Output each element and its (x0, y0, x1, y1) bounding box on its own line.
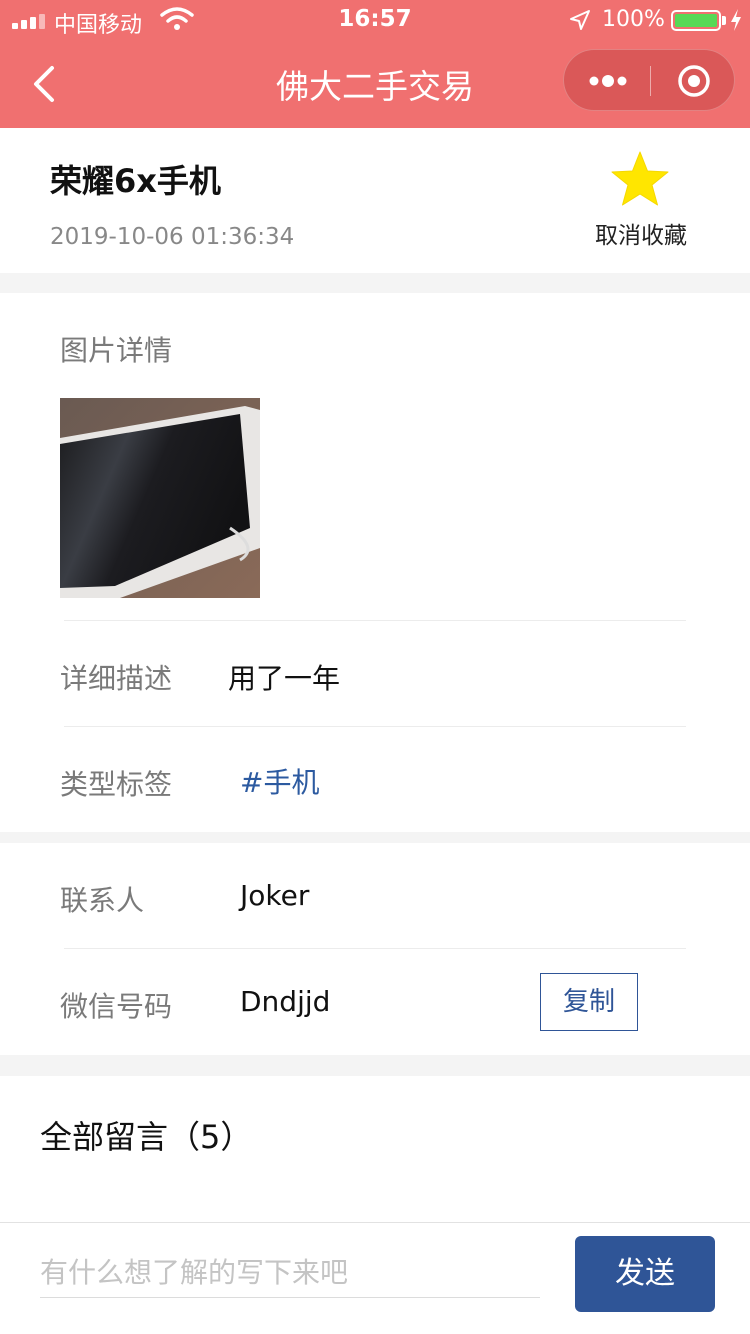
close-mini-program-button[interactable] (651, 50, 736, 112)
comment-bar-divider (0, 1222, 750, 1223)
tag-link[interactable]: #手机 (240, 761, 319, 801)
tag-label: 类型标签 (60, 768, 173, 801)
images-label: 图片详情 (60, 334, 173, 367)
charging-bolt-icon (731, 9, 741, 31)
status-bar: 中国移动 16:57 100% (0, 0, 750, 40)
copy-button[interactable]: 复制 (540, 973, 638, 1031)
divider (64, 726, 686, 727)
divider (64, 620, 686, 621)
description-label: 详细描述 (60, 662, 173, 695)
item-date: 2019-10-06 01:36:34 (50, 224, 295, 250)
description-value: 用了一年 (228, 662, 341, 695)
item-title: 荣耀6x手机 (50, 162, 221, 200)
more-button[interactable] (564, 50, 650, 112)
top-bar: 中国移动 16:57 100% 佛大二手交易 (0, 0, 750, 128)
wechat-label: 微信号码 (60, 990, 173, 1023)
contact-name-label: 联系人 (60, 884, 145, 917)
wechat-value: Dndjjd (240, 985, 331, 1018)
more-dots-icon (589, 75, 627, 87)
contact-name-value: Joker (240, 879, 310, 912)
details-section: 图片详情 详细描述 用了一年 类型标签 #手机 (0, 293, 750, 832)
unfavorite-button[interactable]: 取消收藏 (585, 150, 697, 250)
target-circle-icon (678, 65, 710, 97)
comment-input[interactable] (40, 1248, 540, 1298)
phone-photo-image (60, 398, 260, 598)
product-photo[interactable] (60, 398, 260, 598)
battery-tip (722, 16, 726, 25)
favorite-label: 取消收藏 (595, 223, 687, 249)
divider (64, 948, 686, 949)
battery-icon (671, 10, 721, 31)
mini-program-capsule (563, 49, 735, 111)
battery-percent: 100% (602, 7, 665, 32)
contact-section: 联系人 Joker 微信号码 Dndjjd 复制 (0, 843, 750, 1055)
comments-title: 全部留言（5） (40, 1118, 253, 1156)
item-header: 荣耀6x手机 2019-10-06 01:36:34 取消收藏 (0, 128, 750, 273)
star-icon (611, 151, 669, 206)
location-arrow-icon (570, 10, 590, 30)
send-button[interactable]: 发送 (575, 1236, 715, 1312)
comments-header: 全部留言（5） (0, 1076, 750, 1188)
